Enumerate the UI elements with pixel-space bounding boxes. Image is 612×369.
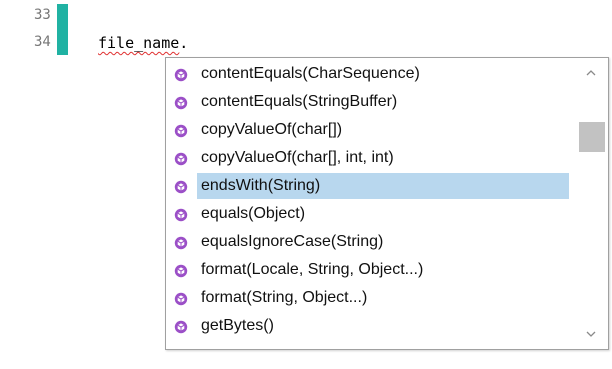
code-identifier[interactable]: file_name [98, 34, 179, 52]
suggestion-item[interactable]: copyValueOf(char[], int, int) [166, 144, 572, 172]
autocomplete-popup: contentEquals(CharSequence) contentEqual… [165, 57, 609, 350]
suggestion-item[interactable]: format(Locale, String, Object...) [166, 256, 572, 284]
suggestion-item[interactable]: equals(Object) [166, 200, 572, 228]
suggestion-label: copyValueOf(char[], int, int) [201, 149, 394, 166]
scrollbar-thumb[interactable] [579, 122, 605, 152]
line-number-gutter: 33 34 [0, 0, 57, 369]
method-icon [174, 180, 188, 194]
vertical-scrollbar[interactable] [575, 58, 608, 349]
line-number: 34 [34, 34, 51, 50]
suggestion-label: contentEquals(StringBuffer) [201, 93, 398, 110]
line-number: 33 [34, 7, 51, 23]
suggestion-label: format(Locale, String, Object...) [201, 261, 424, 278]
suggestion-label: endsWith(String) [197, 173, 569, 199]
suggestion-item[interactable]: getBytes() [166, 312, 572, 340]
change-marker [57, 4, 68, 55]
chevron-down-icon[interactable] [584, 327, 598, 341]
suggestion-label: equals(Object) [201, 205, 306, 222]
suggestion-item-selected[interactable]: endsWith(String) [166, 172, 572, 200]
suggestion-item[interactable]: contentEquals(StringBuffer) [166, 88, 572, 116]
suggestion-label: copyValueOf(char[]) [201, 121, 343, 138]
code-line[interactable]: file_name. [98, 33, 188, 53]
suggestion-item[interactable]: contentEquals(CharSequence) [166, 60, 572, 88]
suggestion-list: contentEquals(CharSequence) contentEqual… [166, 60, 572, 347]
suggestion-label: contentEquals(CharSequence) [201, 65, 420, 82]
method-icon [174, 320, 188, 334]
method-icon [174, 208, 188, 222]
suggestion-label: format(String, Object...) [201, 289, 368, 306]
method-icon [174, 124, 188, 138]
suggestion-item-partial[interactable] [166, 340, 572, 347]
method-icon [174, 264, 188, 278]
method-icon [174, 96, 188, 110]
method-icon [174, 292, 188, 306]
suggestion-item[interactable]: equalsIgnoreCase(String) [166, 228, 572, 256]
method-icon [174, 68, 188, 82]
method-icon [174, 152, 188, 166]
suggestion-label: equalsIgnoreCase(String) [201, 233, 384, 250]
suggestion-label: getBytes() [201, 317, 274, 334]
suggestion-item[interactable]: copyValueOf(char[]) [166, 116, 572, 144]
suggestion-item[interactable]: format(String, Object...) [166, 284, 572, 312]
code-dot: . [179, 34, 189, 52]
method-icon [174, 236, 188, 250]
chevron-up-icon[interactable] [584, 66, 598, 80]
